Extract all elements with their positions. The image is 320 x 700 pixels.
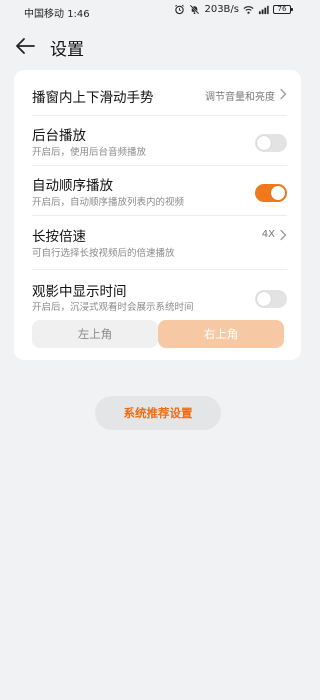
- system-recommend-button[interactable]: 系统推荐设置: [95, 396, 221, 430]
- setting-row-autoplay: 自动顺序播放 开启后，自动顺序播放列表内的视频: [14, 166, 301, 216]
- settings-card: 播窗内上下滑动手势 调节音量和亮度 后台播放 开启后，使用后台音频播放 自动顺序…: [14, 70, 301, 360]
- status-network-speed: 203B/s: [204, 4, 239, 15]
- time-position-selector: 左上角 右上角: [32, 320, 284, 348]
- chevron-right-icon: [280, 88, 287, 100]
- setting-title: 播窗内上下滑动手势: [32, 90, 154, 106]
- toggle-knob: [257, 292, 271, 306]
- setting-title: 观影中显示时间: [32, 284, 127, 300]
- toggle-knob: [257, 136, 271, 150]
- status-carrier: 中国移动: [24, 9, 64, 20]
- setting-title: 自动顺序播放: [32, 178, 113, 194]
- battery-level: 76: [277, 5, 287, 13]
- alarm-icon: [175, 4, 185, 15]
- status-icons: 203B/s 76: [174, 4, 293, 15]
- setting-row-long-press-speed[interactable]: 长按倍速 可自行选择长按视频后的倍速播放 4X: [14, 216, 301, 270]
- setting-value: 调节音量和亮度: [205, 92, 275, 103]
- toggle-knob: [271, 186, 285, 200]
- battery-icon: 76: [273, 5, 293, 14]
- back-arrow-icon[interactable]: [14, 36, 36, 56]
- setting-title: 长按倍速: [32, 229, 86, 245]
- page-title: 设置: [50, 40, 84, 60]
- chevron-right-icon: [280, 229, 287, 241]
- status-carrier-time: 中国移动 1:46: [24, 5, 90, 20]
- setting-row-gesture[interactable]: 播窗内上下滑动手势 调节音量和亮度: [14, 70, 301, 116]
- setting-subtitle: 开启后，自动顺序播放列表内的视频: [32, 197, 185, 208]
- mute-bell-icon: [190, 4, 200, 15]
- background-play-toggle[interactable]: [255, 134, 287, 152]
- status-time: 1:46: [67, 9, 90, 20]
- setting-row-background-play: 后台播放 开启后，使用后台音频播放: [14, 116, 301, 166]
- wifi-icon: [243, 6, 254, 14]
- position-top-right-option[interactable]: 右上角: [158, 320, 284, 348]
- setting-subtitle: 开启后，使用后台音频播放: [32, 147, 147, 158]
- setting-value: 4X: [261, 229, 275, 240]
- setting-title: 后台播放: [32, 128, 86, 144]
- autoplay-toggle[interactable]: [255, 184, 287, 202]
- position-top-left-option[interactable]: 左上角: [32, 320, 158, 348]
- signal-icon: [258, 5, 269, 15]
- setting-subtitle: 开启后，沉浸式观看时会展示系统时间: [32, 302, 194, 313]
- setting-row-show-time: 观影中显示时间 开启后，沉浸式观看时会展示系统时间: [14, 270, 301, 320]
- page-header: 设置: [0, 30, 315, 62]
- status-bar: 中国移动 1:46 203B/s 76: [0, 0, 315, 22]
- setting-subtitle: 可自行选择长按视频后的倍速播放: [32, 248, 175, 259]
- show-time-toggle[interactable]: [255, 290, 287, 308]
